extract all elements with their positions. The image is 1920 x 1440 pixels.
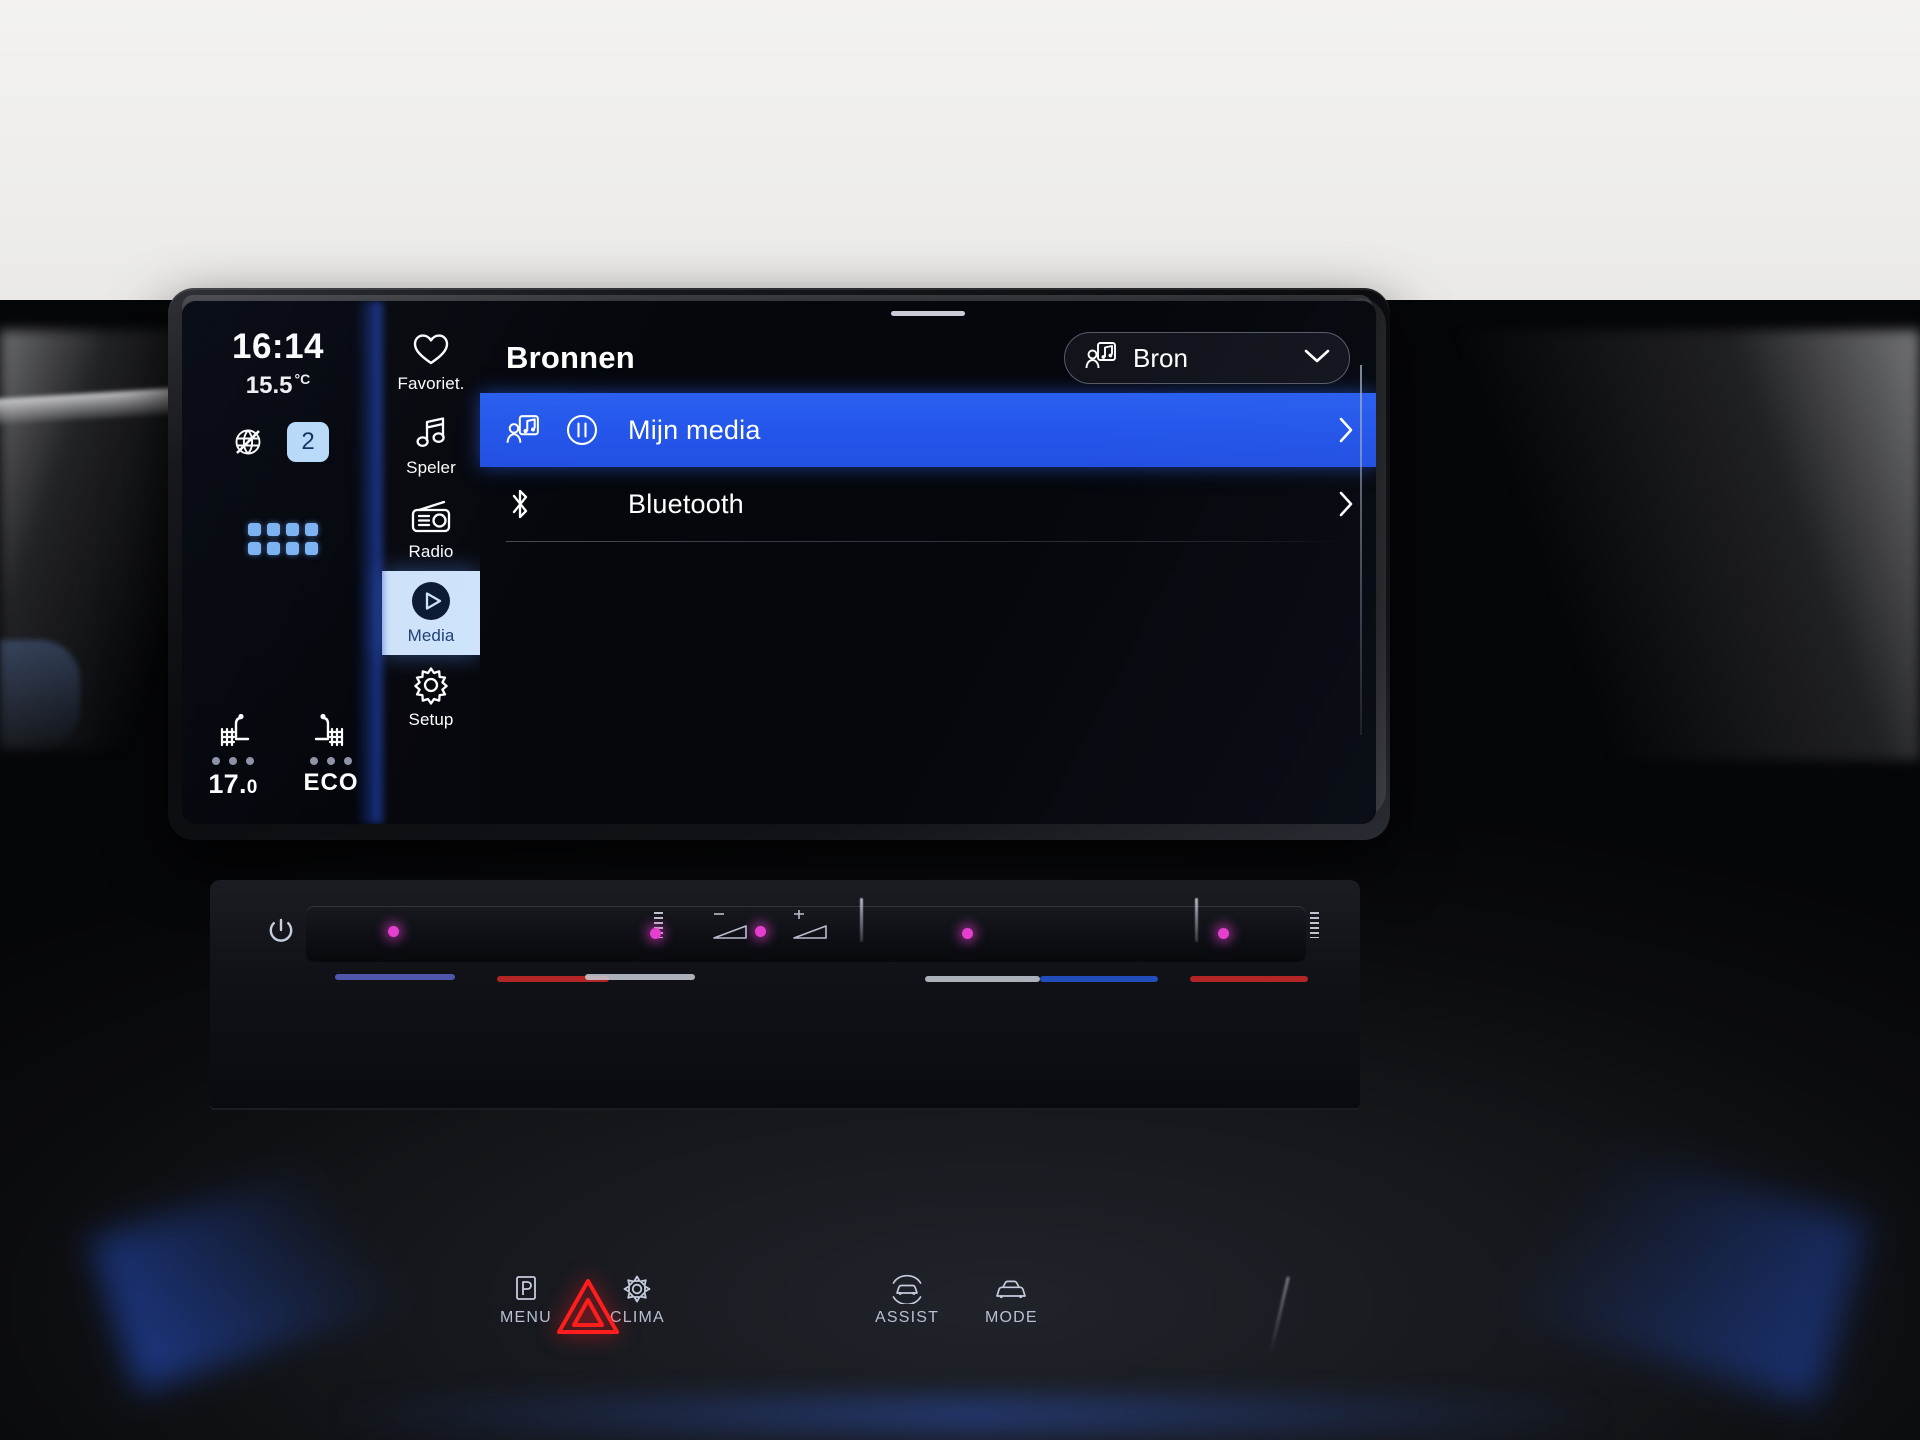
list-item-bluetooth[interactable]: Bluetooth	[480, 467, 1376, 541]
media-source-icon	[1085, 341, 1117, 376]
clock: 16:14	[231, 327, 325, 366]
sidebar-item-label: Media	[407, 626, 455, 645]
music-note-icon	[413, 413, 449, 453]
sidebar-item-radio[interactable]: Radio	[382, 487, 480, 571]
level-dot	[327, 757, 335, 765]
infotainment-bezel: 16:14 15.5 °C 2 17.0 ECO Favoriet. Spele…	[168, 288, 1390, 840]
app-nav-column: Favoriet. Speler Radio Media Setup	[382, 301, 480, 824]
sidebar-item-label: Favoriet.	[397, 374, 465, 393]
app-grid-dot	[267, 542, 280, 555]
outside-temperature: 15.5 °C	[182, 371, 382, 400]
hardware-button-row: MENU CLIMA ASSIST MODE	[210, 1270, 1360, 1360]
slider-led	[962, 928, 973, 939]
slider-led	[650, 928, 661, 939]
seat-climate-zone: 17.0 ECO	[182, 710, 382, 800]
volume-up-icon[interactable]	[788, 909, 846, 951]
source-dropdown-button[interactable]: Bron	[1064, 332, 1350, 384]
bluetooth-icon	[506, 484, 564, 524]
fan-level-chip[interactable]: 2	[287, 422, 329, 462]
page-title: Bronnen	[506, 340, 635, 375]
list-item-label: Bluetooth	[628, 488, 744, 519]
slider-separator-right	[1195, 898, 1198, 942]
slider-led	[388, 926, 399, 937]
level-dot	[246, 757, 254, 765]
app-grid-dot	[286, 523, 299, 536]
driver-climate-control[interactable]: 17.0	[196, 710, 270, 800]
slider-separator-center	[860, 898, 863, 942]
assist-button[interactable]: ASSIST	[875, 1270, 939, 1327]
sidebar-item-label: Setup	[408, 710, 454, 729]
level-dot	[229, 757, 237, 765]
hazard-triangle-icon[interactable]	[555, 1276, 621, 1343]
driver-temp-dec: 0	[246, 777, 258, 798]
source-list: Mijn media Bluetooth	[480, 393, 1376, 542]
level-dot	[212, 757, 220, 765]
fan-level-value: 2	[301, 428, 315, 455]
drive-mode-icon	[985, 1270, 1038, 1304]
vehicle-dashboard-scene: 16:14 15.5 °C 2 17.0 ECO Favoriet. Spele…	[0, 0, 1920, 1440]
drag-handle[interactable]	[891, 311, 965, 316]
slider-tick-right	[1310, 912, 1319, 938]
dash-right-highlight	[1440, 330, 1920, 760]
list-item-mijn-media[interactable]: Mijn media	[480, 393, 1376, 467]
chevron-right-icon	[1322, 415, 1356, 445]
indicator-bar-white-left	[585, 974, 695, 980]
menu-button-label: MENU	[500, 1309, 552, 1326]
indicator-bar-blue-left	[335, 974, 455, 980]
sidebar-item-media[interactable]: Media	[382, 571, 480, 655]
recirculation-off-icon[interactable]	[231, 425, 265, 459]
console-panel	[210, 880, 1360, 1110]
app-grid-icon[interactable]	[248, 523, 318, 555]
volume-down-icon[interactable]	[708, 910, 766, 951]
climate-quick-row: 2	[182, 422, 382, 462]
sidebar-item-speler[interactable]: Speler	[382, 403, 480, 487]
left-air-vent	[0, 640, 80, 750]
infotainment-screen: 16:14 15.5 °C 2 17.0 ECO Favoriet. Spele…	[182, 301, 1376, 824]
ambient-light-bottom	[330, 1395, 1610, 1435]
content-panel: Bronnen Bron Mijn media Bluetooth	[480, 301, 1376, 824]
app-grid-dot	[248, 523, 261, 536]
app-grid-dot	[286, 542, 299, 555]
driver-temperature-value: 17.0	[196, 769, 270, 800]
sidebar-item-label: Speler	[406, 458, 456, 477]
heart-icon	[412, 329, 450, 369]
indicator-bar-red-right	[1190, 976, 1308, 982]
app-grid-dot	[248, 542, 261, 555]
source-dropdown-label: Bron	[1133, 342, 1188, 373]
power-icon[interactable]	[266, 916, 296, 951]
sidebar-item-favoriet[interactable]: Favoriet.	[382, 319, 480, 403]
temperature-value: 15.5	[245, 372, 293, 399]
temperature-unit: °C	[294, 371, 311, 387]
sidebar-item-label: Radio	[408, 542, 454, 561]
app-grid-dot	[267, 523, 280, 536]
sidebar-item-setup[interactable]: Setup	[382, 655, 480, 739]
level-dot	[344, 757, 352, 765]
park-p-icon	[500, 1270, 552, 1304]
app-grid-dot	[305, 523, 318, 536]
mode-button-label: MODE	[985, 1309, 1038, 1326]
indicator-bar-white-right	[925, 976, 1040, 982]
gear-icon	[411, 665, 451, 705]
level-dot	[310, 757, 318, 765]
assist-button-label: ASSIST	[875, 1309, 940, 1326]
indicator-bar-blue-right	[1040, 976, 1158, 982]
status-rail: 16:14 15.5 °C 2 17.0 ECO	[182, 301, 382, 824]
mode-button[interactable]: MODE	[985, 1270, 1038, 1327]
chevron-down-icon	[1303, 347, 1331, 370]
chevron-right-icon	[1322, 489, 1356, 519]
driver-temp-int: 17.	[208, 769, 247, 799]
pause-circle-icon	[564, 412, 628, 448]
play-circle-icon	[409, 581, 453, 621]
assist-car-icon	[875, 1270, 939, 1304]
seat-heating-left-icon	[196, 710, 270, 752]
list-divider	[506, 541, 1350, 542]
media-source-icon	[506, 414, 564, 446]
radio-icon	[410, 497, 452, 537]
content-scrollbar[interactable]	[1360, 365, 1362, 735]
slider-led	[1218, 928, 1229, 939]
driver-level-dots	[196, 757, 270, 765]
menu-button[interactable]: MENU	[500, 1270, 552, 1327]
list-item-label: Mijn media	[628, 414, 761, 445]
app-grid-dot	[305, 542, 318, 555]
